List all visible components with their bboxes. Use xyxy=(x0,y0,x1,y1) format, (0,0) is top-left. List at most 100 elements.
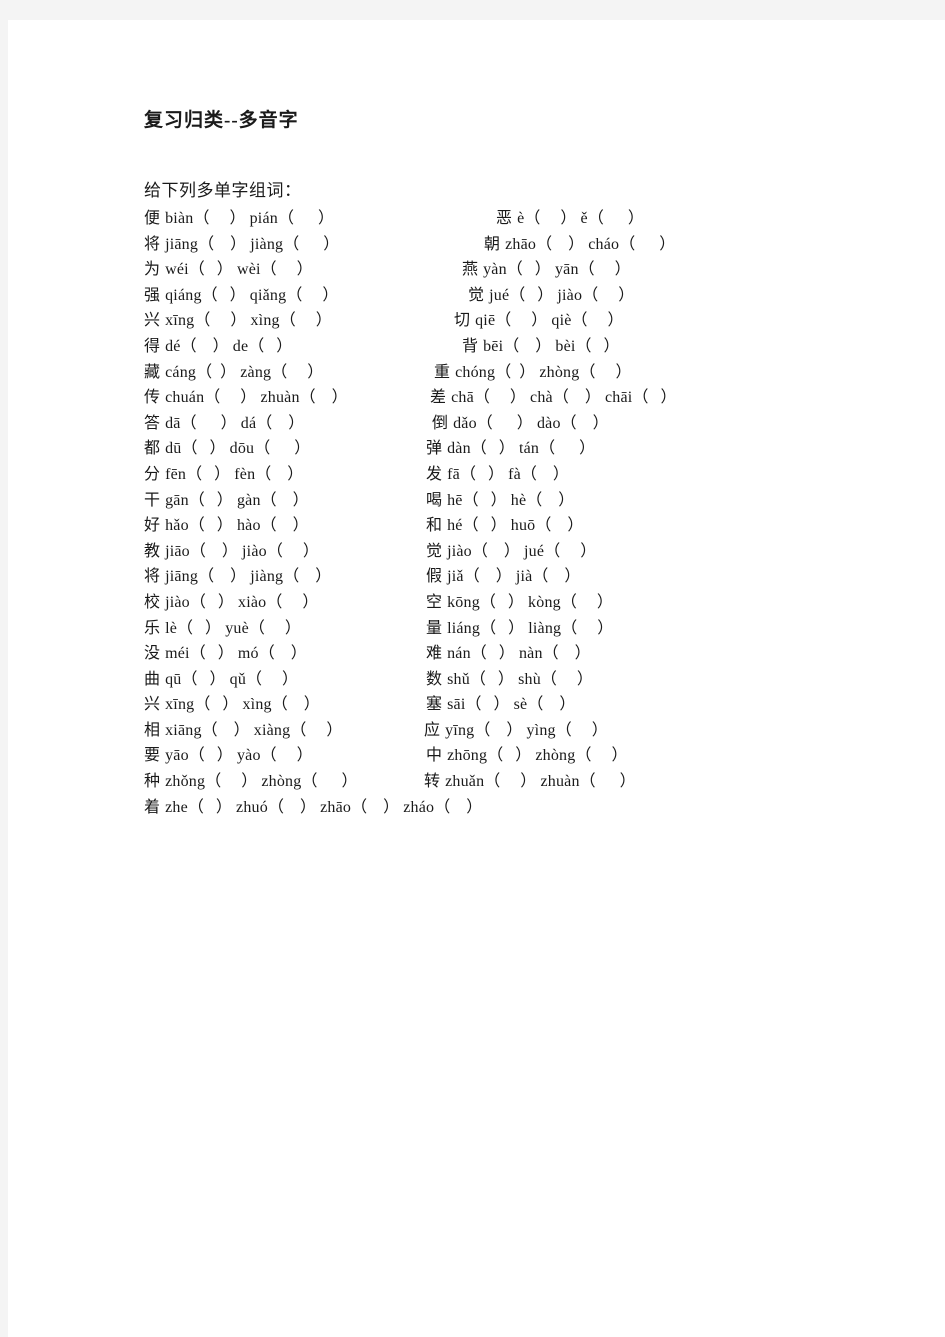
answer-blank[interactable]: （ ） xyxy=(541,671,593,688)
answer-blank[interactable]: （ ） xyxy=(267,543,319,560)
answer-blank[interactable]: （ ） xyxy=(182,671,226,688)
answer-blank[interactable]: （ ） xyxy=(561,415,609,432)
answer-blank[interactable]: （ ） xyxy=(246,671,298,688)
answer-blank[interactable]: （ ） xyxy=(464,568,512,585)
answer-blank[interactable]: （ ） xyxy=(524,210,576,227)
answer-blank[interactable]: （ ） xyxy=(526,492,574,509)
answer-blank[interactable]: （ ） xyxy=(188,799,232,816)
answer-blank[interactable]: （ ） xyxy=(196,364,236,381)
answer-blank[interactable]: （ ） xyxy=(266,594,318,611)
answer-blank[interactable]: （ ） xyxy=(556,722,608,739)
answer-blank[interactable]: （ ） xyxy=(254,440,310,457)
answer-blank[interactable]: （ ） xyxy=(480,594,524,611)
answer-blank[interactable]: （ ） xyxy=(472,543,520,560)
answer-blank[interactable]: （ ） xyxy=(434,799,482,816)
answer-blank[interactable]: （ ） xyxy=(480,620,524,637)
answer-blank[interactable]: （ ） xyxy=(280,312,332,329)
answer-blank[interactable]: （ ） xyxy=(471,645,515,662)
answer-blank[interactable]: （ ） xyxy=(576,338,620,355)
answer-blank[interactable]: （ ） xyxy=(255,466,303,483)
answer-blank[interactable]: （ ） xyxy=(186,466,230,483)
answer-blank[interactable]: （ ） xyxy=(283,236,339,253)
answer-blank[interactable]: （ ） xyxy=(539,440,595,457)
answer-blank[interactable]: （ ） xyxy=(204,389,256,406)
answer-blank[interactable]: （ ） xyxy=(470,671,514,688)
answer-blank[interactable]: （ ） xyxy=(561,594,613,611)
answer-blank[interactable]: （ ） xyxy=(582,287,634,304)
answer-blank[interactable]: （ ） xyxy=(278,210,334,227)
answer-blank[interactable]: （ ） xyxy=(189,747,233,764)
answer-blank[interactable]: （ ） xyxy=(580,773,636,790)
answer-blank[interactable]: （ ） xyxy=(190,543,238,560)
pinyin-reading: chuán xyxy=(165,389,205,407)
answer-blank[interactable]: （ ） xyxy=(503,338,551,355)
answer-blank[interactable]: （ ） xyxy=(632,389,676,406)
answer-blank[interactable]: （ ） xyxy=(271,364,323,381)
answer-blank[interactable]: （ ） xyxy=(509,287,553,304)
answer-blank[interactable]: （ ） xyxy=(532,568,580,585)
answer-blank[interactable]: （ ） xyxy=(543,645,591,662)
answer-blank[interactable]: （ ） xyxy=(202,287,246,304)
answer-blank[interactable]: （ ） xyxy=(181,338,229,355)
answer-blank[interactable]: （ ） xyxy=(182,440,226,457)
answer-blank[interactable]: （ ） xyxy=(283,568,331,585)
answer-blank[interactable]: （ ） xyxy=(261,261,313,278)
answer-blank[interactable]: （ ） xyxy=(198,236,246,253)
character-entry: 强 qiáng（ ） qiǎng（ ） xyxy=(144,282,338,309)
answer-blank[interactable]: （ ） xyxy=(256,415,304,432)
answer-blank[interactable]: （ ） xyxy=(259,645,307,662)
answer-blank[interactable]: （ ） xyxy=(463,492,507,509)
answer-blank[interactable]: （ ） xyxy=(495,364,535,381)
answer-blank[interactable]: （ ） xyxy=(579,364,631,381)
answer-blank[interactable]: （ ） xyxy=(249,620,301,637)
answer-blank[interactable]: （ ） xyxy=(460,466,504,483)
answer-blank[interactable]: （ ） xyxy=(205,773,257,790)
answer-blank[interactable]: （ ） xyxy=(572,312,624,329)
answer-blank[interactable]: （ ） xyxy=(579,261,631,278)
answer-blank[interactable]: （ ） xyxy=(286,287,338,304)
answer-blank[interactable]: （ ） xyxy=(202,722,250,739)
answer-blank[interactable]: （ ） xyxy=(189,517,233,534)
answer-blank[interactable]: （ ） xyxy=(588,210,644,227)
answer-blank[interactable]: （ ） xyxy=(261,517,309,534)
answer-blank[interactable]: （ ） xyxy=(193,210,245,227)
answer-blank[interactable]: （ ） xyxy=(194,312,246,329)
answer-blank[interactable]: （ ） xyxy=(190,594,234,611)
answer-blank[interactable]: （ ） xyxy=(261,492,309,509)
answer-blank[interactable]: （ ） xyxy=(495,312,547,329)
answer-blank[interactable]: （ ） xyxy=(465,696,509,713)
pinyin-reading: fà xyxy=(508,465,521,483)
answer-blank[interactable]: （ ） xyxy=(619,236,675,253)
answer-blank[interactable]: （ ） xyxy=(190,645,234,662)
answer-blank[interactable]: （ ） xyxy=(575,747,627,764)
answer-blank[interactable]: （ ） xyxy=(189,492,233,509)
answer-blank[interactable]: （ ） xyxy=(521,466,569,483)
answer-blank[interactable]: （ ） xyxy=(248,338,292,355)
answer-blank[interactable]: （ ） xyxy=(474,389,526,406)
answer-blank[interactable]: （ ） xyxy=(300,389,348,406)
answer-blank[interactable]: （ ） xyxy=(561,620,613,637)
answer-blank[interactable]: （ ） xyxy=(351,799,399,816)
answer-blank[interactable]: （ ） xyxy=(507,261,551,278)
answer-blank[interactable]: （ ） xyxy=(177,620,221,637)
answer-blank[interactable]: （ ） xyxy=(487,747,531,764)
answer-blank[interactable]: （ ） xyxy=(301,773,357,790)
answer-blank[interactable]: （ ） xyxy=(553,389,601,406)
answer-blank[interactable]: （ ） xyxy=(268,799,316,816)
answer-blank[interactable]: （ ） xyxy=(181,415,237,432)
answer-blank[interactable]: （ ） xyxy=(471,440,515,457)
answer-blank[interactable]: （ ） xyxy=(290,722,342,739)
answer-blank[interactable]: （ ） xyxy=(474,722,522,739)
answer-blank[interactable]: （ ） xyxy=(536,236,584,253)
answer-blank[interactable]: （ ） xyxy=(535,517,583,534)
answer-blank[interactable]: （ ） xyxy=(544,543,596,560)
answer-blank[interactable]: （ ） xyxy=(261,747,313,764)
answer-blank[interactable]: （ ） xyxy=(477,415,533,432)
answer-blank[interactable]: （ ） xyxy=(189,261,233,278)
answer-blank[interactable]: （ ） xyxy=(527,696,575,713)
answer-blank[interactable]: （ ） xyxy=(484,773,536,790)
answer-blank[interactable]: （ ） xyxy=(463,517,507,534)
answer-blank[interactable]: （ ） xyxy=(272,696,320,713)
answer-blank[interactable]: （ ） xyxy=(198,568,246,585)
answer-blank[interactable]: （ ） xyxy=(194,696,238,713)
